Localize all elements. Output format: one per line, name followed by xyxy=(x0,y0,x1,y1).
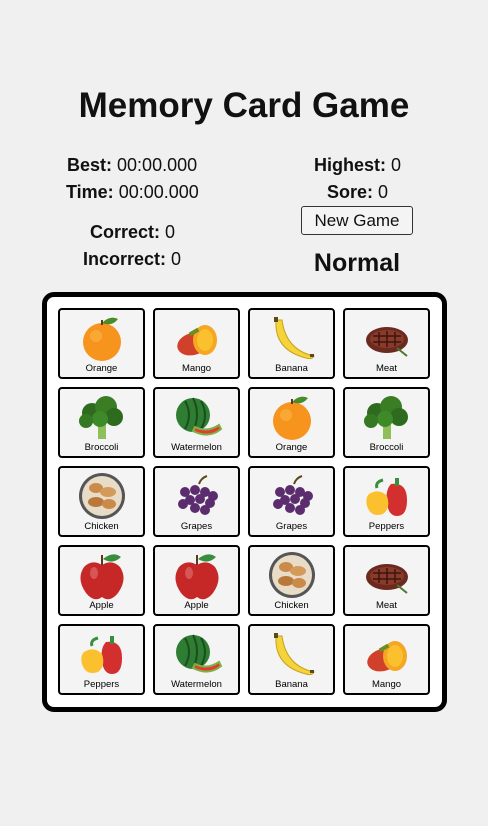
correct-stat: Correct: 0 xyxy=(90,222,175,243)
memory-card[interactable]: Apple xyxy=(58,545,145,616)
incorrect-value: 0 xyxy=(171,249,182,269)
orange-icon xyxy=(83,317,121,361)
memory-card[interactable]: Grapes xyxy=(153,466,240,537)
card-label: Watermelon xyxy=(171,442,222,453)
memory-card[interactable]: Orange xyxy=(248,387,335,458)
memory-card[interactable]: Banana xyxy=(248,308,335,379)
orange-icon xyxy=(273,396,311,440)
meat-icon xyxy=(366,327,408,357)
memory-card[interactable]: Banana xyxy=(248,624,335,695)
memory-card[interactable]: Chicken xyxy=(248,545,335,616)
memory-card[interactable]: Meat xyxy=(343,308,430,379)
memory-card[interactable]: Orange xyxy=(58,308,145,379)
mango-icon xyxy=(367,641,407,672)
memory-card[interactable]: Watermelon xyxy=(153,624,240,695)
card-label: Apple xyxy=(89,600,114,611)
card-label: Broccoli xyxy=(369,442,404,453)
correct-value: 0 xyxy=(165,222,176,242)
card-label: Orange xyxy=(275,442,308,453)
banana-icon xyxy=(274,633,315,676)
memory-card[interactable]: Grapes xyxy=(248,466,335,537)
best-time-stat: Best: 00:00.000 xyxy=(67,155,197,176)
time-stat: Time: 00:00.000 xyxy=(66,182,199,203)
card-label: Banana xyxy=(275,363,308,374)
memory-card[interactable]: Peppers xyxy=(343,466,430,537)
memory-card[interactable]: Mango xyxy=(343,624,430,695)
memory-card[interactable]: Broccoli xyxy=(58,387,145,458)
apple-icon xyxy=(80,554,124,600)
grapes-icon xyxy=(178,475,218,515)
card-label: Mango xyxy=(371,679,402,690)
correct-label: Correct: xyxy=(90,222,161,242)
card-label: Chicken xyxy=(84,521,119,532)
time-label: Time: xyxy=(66,182,114,202)
memory-card[interactable]: Meat xyxy=(343,545,430,616)
new-game-button[interactable]: New Game xyxy=(301,206,413,235)
apple-icon xyxy=(175,554,219,600)
card-label: Broccoli xyxy=(84,442,119,453)
mango-icon xyxy=(177,325,217,356)
card-label: Peppers xyxy=(368,521,405,532)
card-label: Meat xyxy=(375,363,398,374)
page-title: Memory Card Game xyxy=(78,86,410,125)
memory-card[interactable]: Watermelon xyxy=(153,387,240,458)
peppers-icon xyxy=(81,636,122,674)
card-label: Watermelon xyxy=(171,679,222,690)
card-label: Chicken xyxy=(274,600,309,611)
memory-card[interactable]: Peppers xyxy=(58,624,145,695)
highest-value: 0 xyxy=(391,155,402,175)
difficulty-label: Normal xyxy=(313,249,401,277)
card-label: Mango xyxy=(181,363,212,374)
banana-icon xyxy=(274,317,315,360)
score-value: 0 xyxy=(378,182,389,202)
card-label: Banana xyxy=(275,679,308,690)
memory-card[interactable]: Mango xyxy=(153,308,240,379)
incorrect-label: Incorrect: xyxy=(83,249,167,269)
card-label: Grapes xyxy=(275,521,308,532)
best-value: 00:00.000 xyxy=(117,155,198,175)
card-label: Peppers xyxy=(83,679,120,690)
card-label: Grapes xyxy=(180,521,213,532)
card-label: Apple xyxy=(184,600,209,611)
meat-icon xyxy=(366,564,408,594)
watermelon-icon xyxy=(176,397,223,436)
time-value: 00:00.000 xyxy=(118,182,199,202)
watermelon-icon xyxy=(176,634,223,673)
highest-label: Highest: xyxy=(314,155,386,175)
grapes-icon xyxy=(273,475,313,515)
highest-score-stat: Highest: 0 xyxy=(314,155,401,176)
memory-card[interactable]: Chicken xyxy=(58,466,145,537)
memory-card[interactable]: Broccoli xyxy=(343,387,430,458)
broccoli-icon xyxy=(364,396,408,439)
best-label: Best: xyxy=(67,155,113,175)
broccoli-icon xyxy=(79,396,123,439)
score-stat: Sore: 0 xyxy=(327,182,388,203)
card-label: Meat xyxy=(375,600,398,611)
score-label: Sore: xyxy=(327,182,374,202)
chicken-icon xyxy=(79,473,125,519)
chicken-icon xyxy=(269,552,315,598)
incorrect-stat: Incorrect: 0 xyxy=(83,249,181,270)
card-label: Orange xyxy=(85,363,118,374)
card-board: Orange Mango Banana Meat Broccoli Watermelon O… xyxy=(42,292,447,712)
memory-card[interactable]: Apple xyxy=(153,545,240,616)
peppers-icon xyxy=(366,478,407,516)
